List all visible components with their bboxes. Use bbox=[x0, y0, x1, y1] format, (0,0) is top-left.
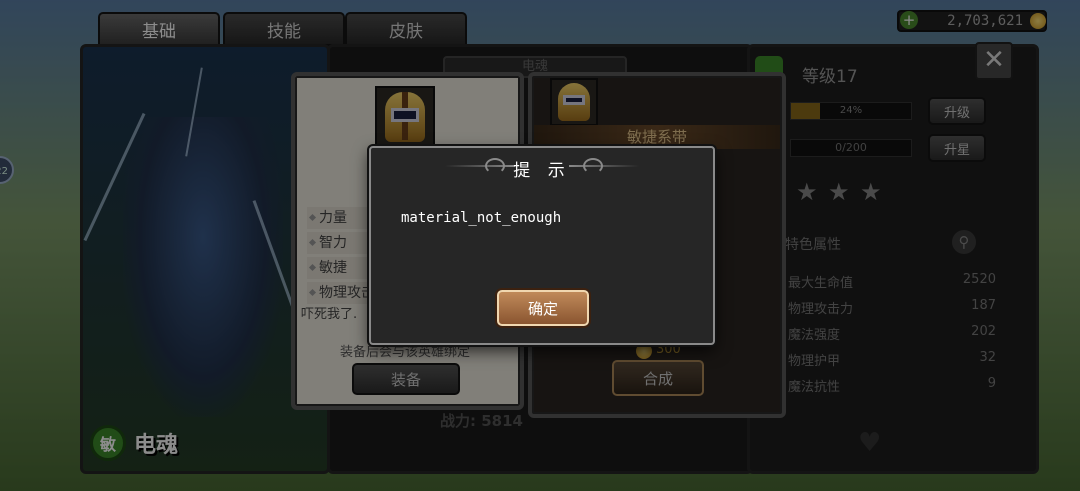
title-ornament-right bbox=[569, 165, 639, 167]
alert-dialog: 提 示 material_not_enough 确定 bbox=[369, 146, 715, 345]
dialog-message: material_not_enough bbox=[401, 210, 562, 226]
confirm-button[interactable]: 确定 bbox=[497, 290, 589, 326]
dialog-title: 提 示 bbox=[513, 161, 571, 181]
